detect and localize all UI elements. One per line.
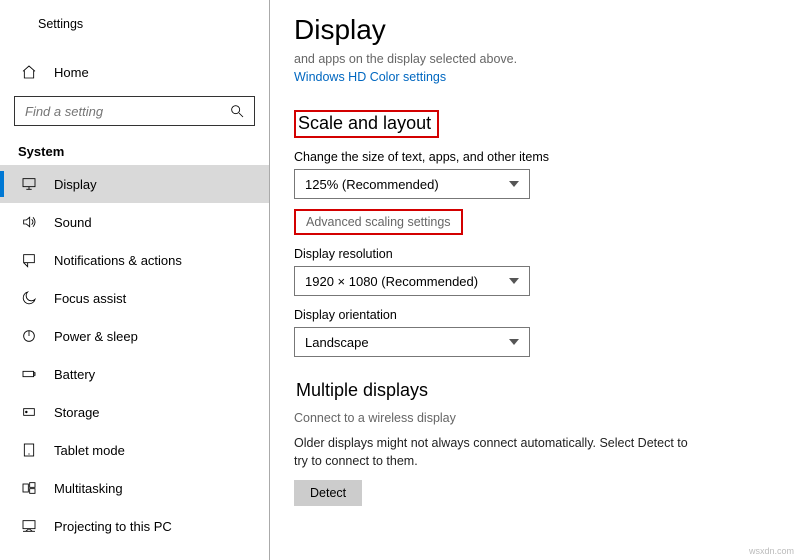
orientation-label: Display orientation: [294, 308, 770, 322]
sound-icon: [20, 213, 38, 231]
sidebar-item-tablet-mode[interactable]: Tablet mode: [0, 431, 269, 469]
notifications-icon: [20, 251, 38, 269]
sidebar-item-label: Battery: [54, 367, 95, 382]
sidebar-item-sound[interactable]: Sound: [0, 203, 269, 241]
search-field[interactable]: [23, 103, 228, 120]
category-header: System: [0, 126, 269, 165]
main-content: Display and apps on the display selected…: [270, 0, 800, 560]
sidebar-item-battery[interactable]: Battery: [0, 355, 269, 393]
chevron-down-icon: [509, 181, 519, 187]
sidebar-item-label: Power & sleep: [54, 329, 138, 344]
sidebar-item-label: Projecting to this PC: [54, 519, 172, 534]
watermark: wsxdn.com: [749, 546, 794, 556]
resolution-label: Display resolution: [294, 247, 770, 261]
sidebar-item-label: Sound: [54, 215, 92, 230]
scale-dropdown[interactable]: 125% (Recommended): [294, 169, 530, 199]
sidebar-item-projecting[interactable]: Projecting to this PC: [0, 507, 269, 545]
sidebar-item-display[interactable]: Display: [0, 165, 269, 203]
projecting-icon: [20, 517, 38, 535]
sidebar-item-power-sleep[interactable]: Power & sleep: [0, 317, 269, 355]
scale-label: Change the size of text, apps, and other…: [294, 150, 770, 164]
focus-assist-icon: [20, 289, 38, 307]
tablet-icon: [20, 441, 38, 459]
sidebar-item-label: Multitasking: [54, 481, 123, 496]
truncated-help-text: and apps on the display selected above.: [294, 52, 770, 66]
page-title: Display: [294, 14, 770, 46]
power-icon: [20, 327, 38, 345]
sidebar-item-label: Display: [54, 177, 97, 192]
battery-icon: [20, 365, 38, 383]
home-button[interactable]: Home: [0, 54, 269, 90]
orientation-value: Landscape: [305, 335, 369, 350]
multiple-displays-heading: Multiple displays: [294, 379, 434, 403]
resolution-value: 1920 × 1080 (Recommended): [305, 274, 478, 289]
sidebar-item-label: Storage: [54, 405, 100, 420]
hd-color-link[interactable]: Windows HD Color settings: [294, 70, 770, 84]
sidebar-item-label: Notifications & actions: [54, 253, 182, 268]
chevron-down-icon: [509, 278, 519, 284]
scale-and-layout-heading: Scale and layout: [294, 110, 439, 138]
sidebar-item-multitasking[interactable]: Multitasking: [0, 469, 269, 507]
home-label: Home: [54, 65, 89, 80]
display-icon: [20, 175, 38, 193]
wireless-display-link[interactable]: Connect to a wireless display: [294, 411, 770, 425]
scale-value: 125% (Recommended): [305, 177, 439, 192]
window-title: Settings: [38, 17, 83, 31]
search-icon: [228, 102, 246, 120]
chevron-down-icon: [509, 339, 519, 345]
multitasking-icon: [20, 479, 38, 497]
resolution-dropdown[interactable]: 1920 × 1080 (Recommended): [294, 266, 530, 296]
detect-help-text: Older displays might not always connect …: [294, 435, 694, 470]
search-input[interactable]: [14, 96, 255, 126]
sidebar: Settings Home System Display: [0, 0, 270, 560]
storage-icon: [20, 403, 38, 421]
nav-list: Display Sound Notifications & actions Fo…: [0, 165, 269, 560]
sidebar-item-label: Tablet mode: [54, 443, 125, 458]
home-icon: [20, 63, 38, 81]
sidebar-item-focus-assist[interactable]: Focus assist: [0, 279, 269, 317]
sidebar-item-notifications[interactable]: Notifications & actions: [0, 241, 269, 279]
advanced-scaling-link[interactable]: Advanced scaling settings: [294, 209, 463, 235]
detect-button[interactable]: Detect: [294, 480, 362, 506]
sidebar-item-label: Focus assist: [54, 291, 126, 306]
orientation-dropdown[interactable]: Landscape: [294, 327, 530, 357]
sidebar-item-storage[interactable]: Storage: [0, 393, 269, 431]
